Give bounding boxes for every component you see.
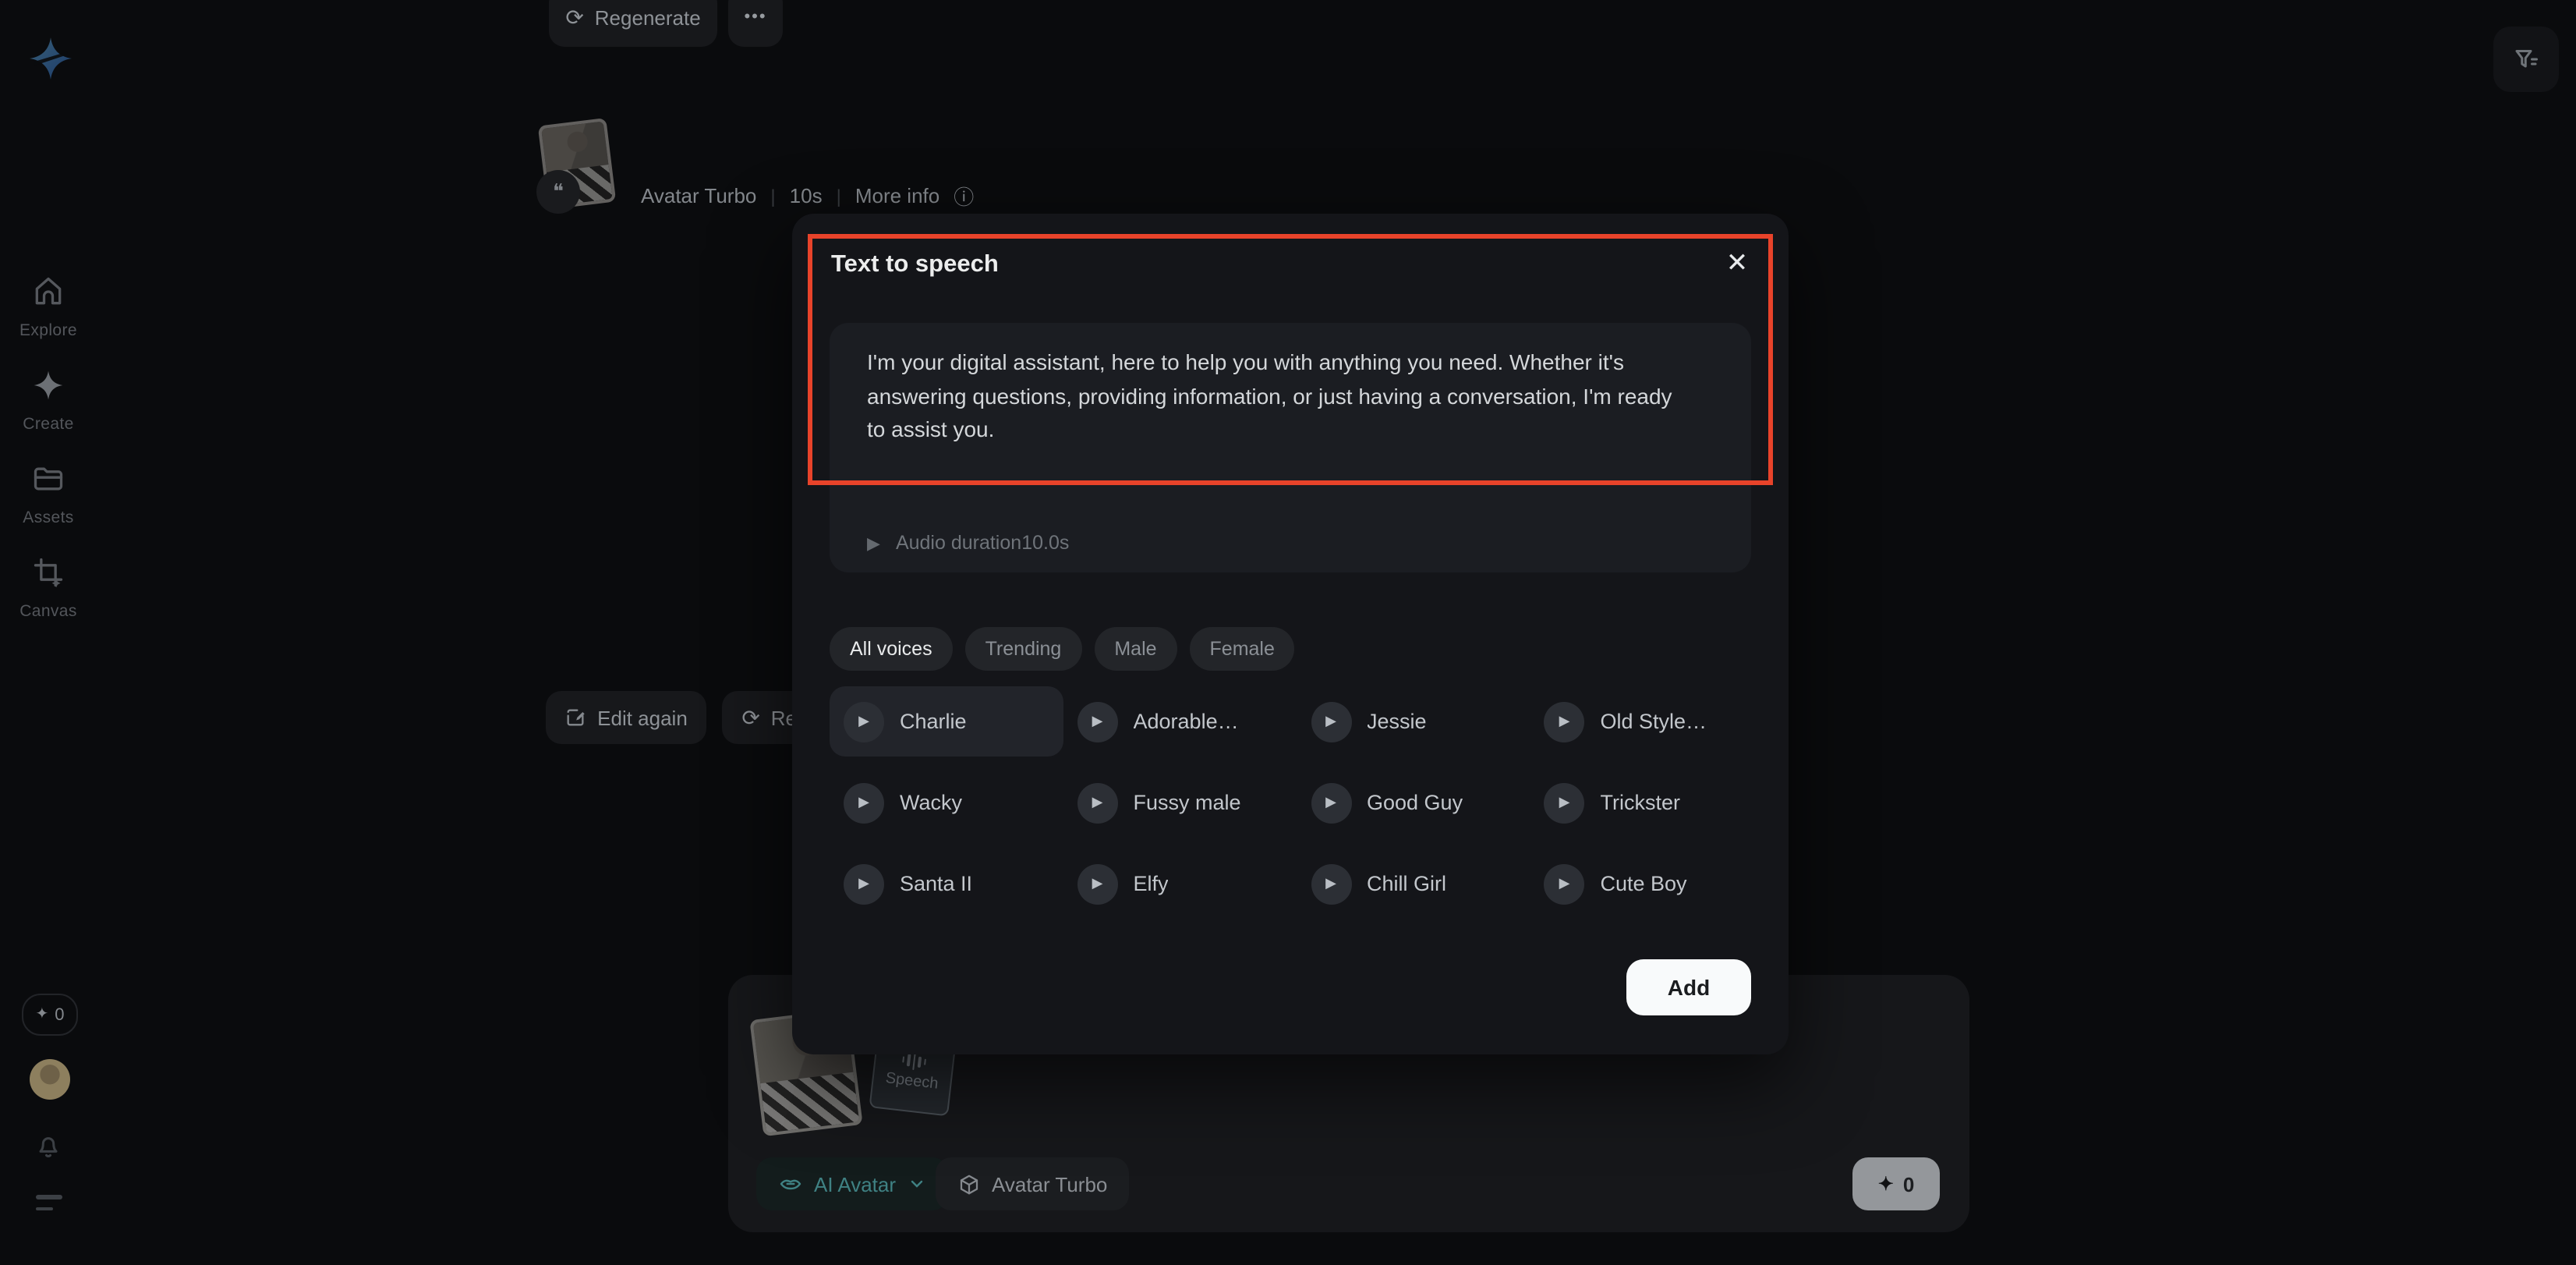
generate-cost: 0 — [1903, 1172, 1914, 1196]
modal-title: Text to speech — [831, 251, 999, 279]
edit-icon — [564, 707, 586, 728]
sidebar-label: Canvas — [19, 602, 77, 621]
sidebar: Explore Create Assets Canvas ✦ 0 — [0, 0, 97, 1265]
avatar-turbo-label: Avatar Turbo — [992, 1172, 1107, 1196]
lips-icon — [778, 1171, 803, 1196]
filter-chip-female[interactable]: Female — [1190, 627, 1295, 671]
more-info-link[interactable]: More info — [855, 184, 939, 207]
regenerate-button[interactable]: ⟳ Regenerate — [549, 0, 717, 47]
voice-item[interactable]: ▶ Trickster — [1530, 767, 1764, 838]
avatar-turbo-chip[interactable]: Avatar Turbo — [936, 1157, 1129, 1210]
frame-icon — [31, 555, 65, 590]
play-icon[interactable]: ▶ — [844, 782, 884, 823]
sidebar-item-create[interactable]: Create — [0, 368, 97, 437]
ai-avatar-label: AI Avatar — [814, 1172, 896, 1196]
voice-item[interactable]: ▶ Fussy male — [1063, 767, 1297, 838]
voice-item[interactable]: ▶ Old Style… — [1530, 686, 1764, 757]
sidebar-label: Create — [23, 415, 73, 434]
credits-badge[interactable]: ✦ 0 — [22, 994, 78, 1036]
sparkle-icon — [31, 368, 65, 402]
ellipsis-icon: ••• — [744, 8, 766, 27]
refresh-icon: ⟳ — [565, 6, 583, 28]
user-avatar[interactable] — [30, 1059, 70, 1100]
separator: | — [770, 185, 775, 207]
audio-duration-text: Audio duration10.0s — [896, 532, 1069, 554]
edit-again-button[interactable]: Edit again — [546, 691, 706, 744]
duration-value: 10s — [790, 184, 823, 207]
tts-text-content[interactable]: I'm your digital assistant, here to help… — [867, 346, 1678, 447]
play-icon[interactable]: ▶ — [1311, 863, 1351, 904]
play-icon[interactable]: ▶ — [1077, 782, 1118, 823]
filter-chip-trending[interactable]: Trending — [965, 627, 1082, 671]
voice-item[interactable]: ▶ Good Guy — [1297, 767, 1530, 838]
regenerate-label: Regenerate — [595, 5, 701, 29]
voice-item[interactable]: ▶ Adorable… — [1063, 686, 1297, 757]
generation-meta: Avatar Turbo | 10s | More info ⓘ — [641, 181, 974, 211]
text-to-speech-modal: Text to speech ✕ I'm your digital assist… — [792, 214, 1789, 1054]
speech-card-label: Speech — [885, 1070, 939, 1093]
sidebar-label: Assets — [23, 508, 73, 527]
ai-avatar-dropdown[interactable]: AI Avatar — [756, 1157, 947, 1210]
collapse-menu-icon[interactable] — [36, 1195, 62, 1210]
info-icon[interactable]: ⓘ — [954, 181, 974, 211]
voice-filter-row: All voices Trending Male Female — [830, 627, 1295, 671]
folder-icon — [31, 462, 65, 496]
cube-icon — [957, 1172, 981, 1196]
voice-item[interactable]: ▶ Santa II — [830, 849, 1063, 919]
filter-chip-all-voices[interactable]: All voices — [830, 627, 953, 671]
sidebar-item-assets[interactable]: Assets — [0, 462, 97, 530]
credits-value: 0 — [55, 1005, 64, 1024]
sparkle-icon: ✦ — [35, 1006, 48, 1023]
filter-button[interactable] — [2493, 27, 2559, 92]
tts-text-panel[interactable]: I'm your digital assistant, here to help… — [830, 323, 1751, 572]
play-icon[interactable]: ▶ — [844, 701, 884, 742]
model-name: Avatar Turbo — [641, 184, 756, 207]
play-icon[interactable]: ▶ — [1311, 782, 1351, 823]
play-icon[interactable]: ▶ — [1545, 701, 1585, 742]
audio-duration-row[interactable]: ▶ Audio duration10.0s — [867, 532, 1069, 554]
filter-funnel-icon — [2512, 45, 2540, 73]
close-icon[interactable]: ✕ — [1721, 248, 1753, 279]
voice-grid: ▶ Charlie ▶ Adorable… ▶ Jessie ▶ Old Sty… — [830, 686, 1764, 919]
sidebar-item-canvas[interactable]: Canvas — [0, 555, 97, 624]
voice-item[interactable]: ▶ Wacky — [830, 767, 1063, 838]
add-button[interactable]: Add — [1626, 959, 1751, 1015]
voice-item[interactable]: ▶ Jessie — [1297, 686, 1530, 757]
quote-badge-icon: ❝ — [536, 170, 580, 214]
home-icon — [31, 275, 65, 309]
play-icon[interactable]: ▶ — [1077, 701, 1118, 742]
sidebar-item-explore[interactable]: Explore — [0, 275, 97, 343]
play-icon[interactable]: ▶ — [844, 863, 884, 904]
play-icon[interactable]: ▶ — [1311, 701, 1351, 742]
separator: | — [837, 185, 841, 207]
play-icon[interactable]: ▶ — [1545, 782, 1585, 823]
play-icon[interactable]: ▶ — [867, 533, 880, 553]
app-logo-icon[interactable] — [30, 37, 72, 80]
chevron-down-icon — [907, 1175, 925, 1193]
voice-item[interactable]: ▶ Charlie — [830, 686, 1063, 757]
voice-item[interactable]: ▶ Chill Girl — [1297, 849, 1530, 919]
play-icon[interactable]: ▶ — [1077, 863, 1118, 904]
edit-again-label: Edit again — [597, 706, 688, 729]
filter-chip-male[interactable]: Male — [1094, 627, 1177, 671]
sparkle-icon: ✦ — [1878, 1173, 1894, 1195]
app-root: Explore Create Assets Canvas ✦ 0 — [0, 0, 2576, 1265]
voice-item[interactable]: ▶ Elfy — [1063, 849, 1297, 919]
refresh-icon: ⟳ — [741, 707, 759, 728]
notifications-bell-icon[interactable] — [33, 1129, 64, 1160]
voice-item[interactable]: ▶ Cute Boy — [1530, 849, 1764, 919]
sidebar-label: Explore — [19, 321, 77, 340]
generate-button[interactable]: ✦ 0 — [1852, 1157, 1940, 1210]
more-options-button[interactable]: ••• — [728, 0, 783, 47]
play-icon[interactable]: ▶ — [1545, 863, 1585, 904]
